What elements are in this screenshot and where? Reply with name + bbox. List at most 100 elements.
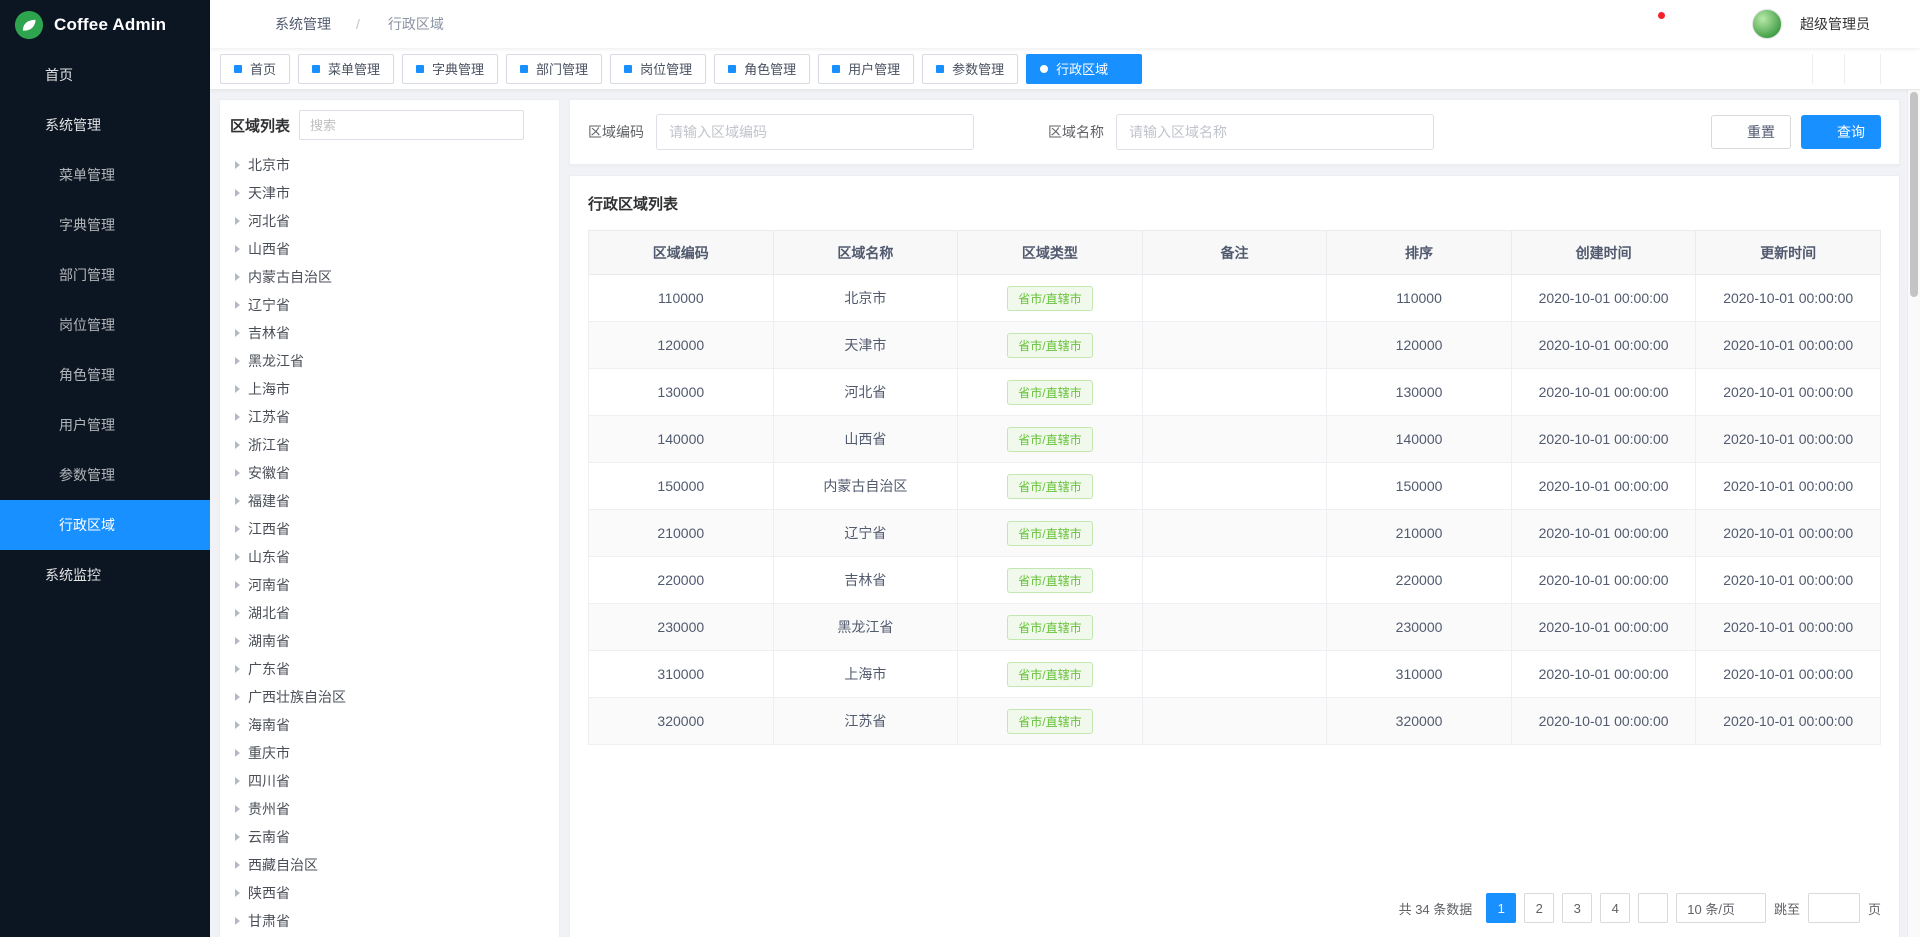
tree-item[interactable]: 广东省 [220, 655, 559, 683]
breadcrumb-system-management[interactable]: 系统管理 [256, 14, 347, 34]
sidebar-item-admin-region[interactable]: 行政区域 [0, 500, 210, 550]
sidebar-item-system-management[interactable]: 系统管理 [0, 100, 210, 150]
tree-item[interactable]: 山东省 [220, 543, 559, 571]
caret-right-icon[interactable] [235, 273, 240, 281]
caret-right-icon[interactable] [235, 441, 240, 449]
app-logo[interactable]: Coffee Admin [0, 0, 210, 50]
caret-right-icon[interactable] [235, 497, 240, 505]
caret-right-icon[interactable] [235, 805, 240, 813]
caret-right-icon[interactable] [235, 637, 240, 645]
translate-icon[interactable] [1716, 15, 1734, 33]
caret-right-icon[interactable] [235, 357, 240, 365]
tree-item[interactable]: 北京市 [220, 151, 559, 179]
region-name-input[interactable] [1116, 114, 1434, 150]
table-row[interactable]: 310000上海市省市/直辖市3100002020-10-01 00:00:00… [589, 651, 1881, 698]
tab-post-management[interactable]: 岗位管理 [610, 54, 706, 84]
caret-right-icon[interactable] [235, 609, 240, 617]
caret-right-icon[interactable] [235, 553, 240, 561]
caret-right-icon[interactable] [235, 917, 240, 925]
table-row[interactable]: 230000黑龙江省省市/直辖市2300002020-10-01 00:00:0… [589, 604, 1881, 651]
tab-options-chevron-icon[interactable] [1844, 54, 1876, 84]
user-avatar[interactable] [1752, 9, 1782, 39]
page-size-select[interactable]: 10 条/页 [1676, 893, 1766, 923]
tree-item[interactable]: 河北省 [220, 207, 559, 235]
tree-item[interactable]: 四川省 [220, 767, 559, 795]
caret-right-icon[interactable] [235, 665, 240, 673]
tree-item[interactable]: 云南省 [220, 823, 559, 851]
caret-right-icon[interactable] [235, 581, 240, 589]
table-row[interactable]: 120000天津市省市/直辖市1200002020-10-01 00:00:00… [589, 322, 1881, 369]
sidebar-item-user-management[interactable]: 用户管理 [0, 400, 210, 450]
reset-button[interactable]: 重置 [1711, 115, 1791, 149]
table-row[interactable]: 150000内蒙古自治区省市/直辖市1500002020-10-01 00:00… [589, 463, 1881, 510]
sidebar-item-system-monitor[interactable]: 系统监控 [0, 550, 210, 600]
tree-item[interactable]: 广西壮族自治区 [220, 683, 559, 711]
caret-right-icon[interactable] [235, 469, 240, 477]
caret-right-icon[interactable] [235, 161, 240, 169]
caret-right-icon[interactable] [235, 777, 240, 785]
tree-item[interactable]: 安徽省 [220, 459, 559, 487]
tab-dept-management[interactable]: 部门管理 [506, 54, 602, 84]
search-icon[interactable] [1608, 15, 1626, 33]
close-tab-icon[interactable] [1116, 63, 1128, 75]
column-settings-icon[interactable] [1864, 195, 1881, 212]
tree-item[interactable]: 江苏省 [220, 403, 559, 431]
tree-item[interactable]: 浙江省 [220, 431, 559, 459]
collapse-sidebar-icon[interactable] [224, 15, 242, 33]
next-page-button[interactable] [1638, 893, 1668, 923]
more-options-icon[interactable] [533, 117, 549, 133]
tab-user-management[interactable]: 用户管理 [818, 54, 914, 84]
settings-gear-icon[interactable] [1888, 15, 1906, 33]
fullscreen-icon[interactable] [1680, 15, 1698, 33]
caret-right-icon[interactable] [235, 525, 240, 533]
tree-item[interactable]: 辽宁省 [220, 291, 559, 319]
tree-item[interactable]: 湖南省 [220, 627, 559, 655]
caret-right-icon[interactable] [235, 189, 240, 197]
caret-right-icon[interactable] [235, 693, 240, 701]
table-row[interactable]: 140000山西省省市/直辖市1400002020-10-01 00:00:00… [589, 416, 1881, 463]
window-scrollbar[interactable] [1907, 90, 1920, 937]
tree-item[interactable]: 黑龙江省 [220, 347, 559, 375]
query-button[interactable]: 查询 [1801, 115, 1881, 149]
notification-bell[interactable] [1644, 15, 1662, 33]
tree-item[interactable]: 福建省 [220, 487, 559, 515]
caret-right-icon[interactable] [235, 385, 240, 393]
jump-page-input[interactable] [1808, 893, 1860, 923]
sidebar-item-dict-management[interactable]: 字典管理 [0, 200, 210, 250]
tree-item[interactable]: 贵州省 [220, 795, 559, 823]
sidebar-item-param-management[interactable]: 参数管理 [0, 450, 210, 500]
tree-item[interactable]: 西藏自治区 [220, 851, 559, 879]
tree-item[interactable]: 河南省 [220, 571, 559, 599]
refresh-table-icon[interactable] [1792, 195, 1809, 212]
caret-right-icon[interactable] [235, 245, 240, 253]
sidebar-item-home[interactable]: 首页 [0, 50, 210, 100]
caret-right-icon[interactable] [235, 301, 240, 309]
table-row[interactable]: 320000江苏省省市/直辖市3200002020-10-01 00:00:00… [589, 698, 1881, 745]
caret-right-icon[interactable] [235, 861, 240, 869]
search-icon[interactable] [501, 117, 516, 132]
caret-right-icon[interactable] [235, 833, 240, 841]
table-row[interactable]: 210000辽宁省省市/直辖市2100002020-10-01 00:00:00… [589, 510, 1881, 557]
sidebar-item-role-management[interactable]: 角色管理 [0, 350, 210, 400]
tab-admin-region[interactable]: 行政区域 [1026, 54, 1142, 84]
layout-panel-icon[interactable] [1880, 54, 1912, 84]
tree-item[interactable]: 上海市 [220, 375, 559, 403]
tree-item[interactable]: 陕西省 [220, 879, 559, 907]
region-code-input[interactable] [656, 114, 974, 150]
tree-item[interactable]: 湖北省 [220, 599, 559, 627]
caret-right-icon[interactable] [235, 217, 240, 225]
sidebar-item-post-management[interactable]: 岗位管理 [0, 300, 210, 350]
caret-right-icon[interactable] [235, 413, 240, 421]
caret-right-icon[interactable] [235, 749, 240, 757]
tab-menu-management[interactable]: 菜单管理 [298, 54, 394, 84]
sidebar-item-dept-management[interactable]: 部门管理 [0, 250, 210, 300]
caret-right-icon[interactable] [235, 721, 240, 729]
caret-right-icon[interactable] [235, 329, 240, 337]
tree-item[interactable]: 重庆市 [220, 739, 559, 767]
region-search-input[interactable] [299, 110, 524, 140]
tree-item[interactable]: 吉林省 [220, 319, 559, 347]
tree-item[interactable]: 甘肃省 [220, 907, 559, 935]
page-button-3[interactable]: 3 [1562, 893, 1592, 923]
tab-dict-management[interactable]: 字典管理 [402, 54, 498, 84]
table-row[interactable]: 130000河北省省市/直辖市1300002020-10-01 00:00:00… [589, 369, 1881, 416]
